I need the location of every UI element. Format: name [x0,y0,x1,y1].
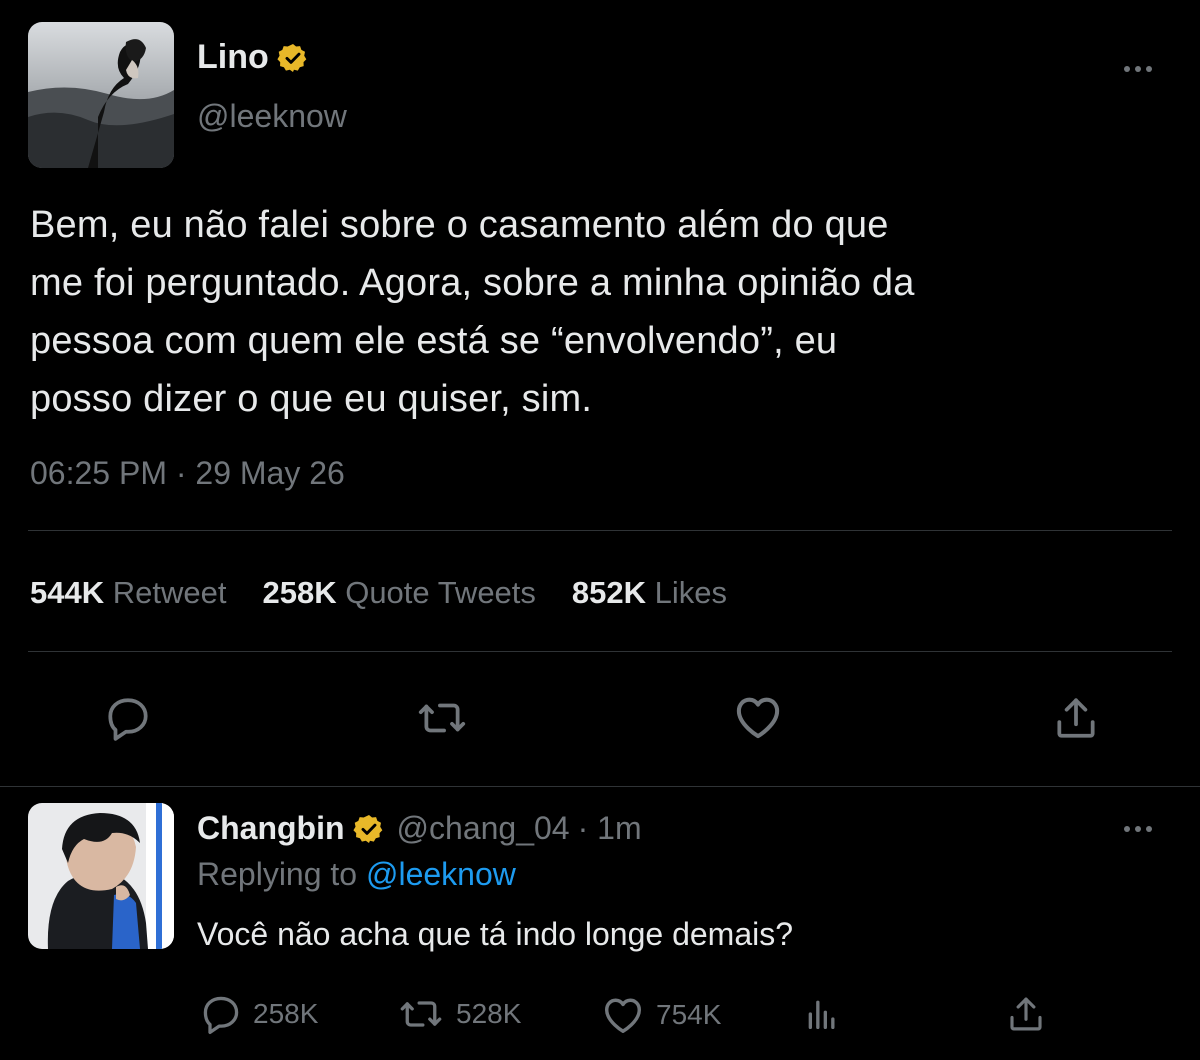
reply-author-name[interactable]: Changbin [197,810,345,847]
like-icon[interactable] [729,688,787,746]
reply-action[interactable]: 258K [199,992,318,1036]
quotes-count: 258K [262,575,337,610]
tweet-text-line: pessoa com quem ele está se “envolvendo”… [30,320,838,362]
replying-to-label: Replying to [197,856,358,892]
author-avatar[interactable] [28,22,174,168]
retweet-icon[interactable] [413,690,471,746]
reply-text: Você não acha que tá indo longe demais? [197,916,794,952]
reply-author-handle[interactable]: @chang_04 [397,810,570,847]
retweets-stat[interactable]: 544K Retweet [30,575,226,611]
divider [28,530,1172,531]
tweet-text-line: me foi perguntado. Agora, sobre a minha … [30,262,915,304]
more-options-icon[interactable] [1124,826,1152,832]
reply-icon[interactable] [100,690,156,746]
replying-to: Replying to @leeknow [197,856,516,893]
reply-time[interactable]: · 1m [578,810,642,847]
avatar-photo [28,803,174,949]
share-icon[interactable] [1004,992,1048,1036]
like-count: 754K [656,999,722,1030]
quotes-stat[interactable]: 258K Quote Tweets [262,575,535,611]
retweets-count: 544K [30,575,105,610]
author-name[interactable]: Lino [197,38,269,77]
verified-badge-icon [352,813,385,845]
retweet-count: 528K [456,998,522,1029]
avatar-photo [28,22,174,168]
reply-icon [203,996,239,1034]
likes-count: 852K [571,575,647,610]
tweet-text-line: Bem, eu não falei sobre o casamento além… [30,204,889,246]
like-action[interactable]: 754K [600,992,721,1038]
likes-stat[interactable]: 852K Likes [572,575,727,611]
like-icon [604,998,642,1034]
tweet-text: Bem, eu não falei sobre o casamento além… [30,196,915,428]
retweet-action[interactable]: 528K [396,992,521,1036]
divider [28,651,1172,652]
author-handle[interactable]: @leeknow [197,98,347,135]
analytics-icon[interactable] [800,992,844,1036]
tweet-text-line: posso dizer o que eu quiser, sim. [30,378,593,420]
tweet-stats: 544K Retweet 258K Quote Tweets 852K Like… [30,575,727,611]
reply-author-avatar[interactable] [28,803,174,949]
retweet-icon [400,1001,442,1027]
quotes-label: Quote Tweets [345,575,536,610]
section-divider [0,786,1200,787]
replying-to-handle[interactable]: @leeknow [366,856,516,892]
verified-badge-icon [277,42,309,74]
retweets-label: Retweet [112,575,227,610]
share-icon[interactable] [1048,690,1104,746]
more-options-icon[interactable] [1124,66,1152,72]
reply-count: 258K [253,998,319,1029]
likes-label: Likes [654,575,728,610]
tweet-timestamp[interactable]: 06:25 PM · 29 May 26 [30,455,345,492]
